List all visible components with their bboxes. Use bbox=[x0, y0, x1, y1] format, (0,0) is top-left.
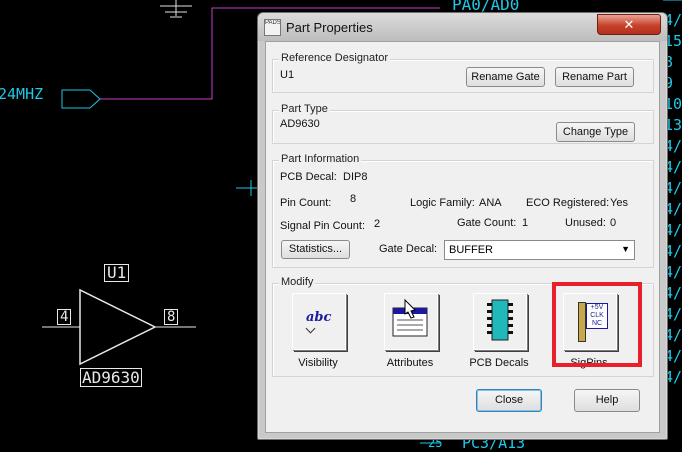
gate-decal-selected: BUFFER bbox=[449, 244, 493, 256]
sigpins-highlight-box bbox=[552, 282, 642, 367]
visibility-tile-button[interactable]: abc bbox=[292, 293, 346, 350]
pcb-decal-label: PCB Decal: bbox=[280, 171, 337, 183]
unused-label: Unused: bbox=[565, 217, 606, 229]
part-type-group-label: Part Type bbox=[279, 103, 330, 115]
close-button[interactable]: Close bbox=[476, 389, 542, 412]
reference-group: Reference Designator U1 Rename Gate Rena… bbox=[272, 52, 654, 93]
visibility-label[interactable]: Visibility bbox=[278, 357, 358, 369]
eco-registered-value: Yes bbox=[610, 197, 628, 209]
logic-family-label: Logic Family: bbox=[410, 197, 475, 209]
attributes-icon bbox=[392, 298, 428, 337]
part-information-group: Part Information PCB Decal: DIP8 Pin Cou… bbox=[272, 153, 654, 268]
pin-count-label: Pin Count: bbox=[280, 197, 332, 209]
statistics-button[interactable]: Statistics... bbox=[281, 240, 350, 259]
pin-count-value: 8 bbox=[350, 193, 357, 205]
dialog-title: Part Properties bbox=[286, 20, 373, 35]
part-type-value: AD9630 bbox=[280, 118, 320, 130]
gate-count-label: Gate Count: bbox=[457, 217, 517, 229]
attributes-label[interactable]: Attributes bbox=[370, 357, 450, 369]
dialog-client: Reference Designator U1 Rename Gate Rena… bbox=[265, 41, 660, 433]
gate-count-value: 1 bbox=[522, 217, 529, 229]
logic-family-value: ANA bbox=[479, 197, 502, 209]
pin-number-left: 4 bbox=[57, 309, 72, 325]
part-ref-label[interactable]: U1 bbox=[104, 264, 130, 282]
title-bar[interactable]: PADS Part Properties ✕ bbox=[258, 13, 667, 41]
help-button[interactable]: Help bbox=[574, 389, 640, 412]
modify-group-label: Modify bbox=[279, 276, 316, 288]
attributes-tile-button[interactable] bbox=[384, 293, 438, 350]
signal-pin-count-value: 2 bbox=[374, 218, 381, 230]
part-properties-dialog: PADS Part Properties ✕ Reference Designa… bbox=[257, 12, 668, 440]
pcb-decals-chip-icon bbox=[487, 299, 513, 341]
gate-decal-label: Gate Decal: bbox=[379, 243, 438, 255]
part-value-label[interactable]: AD9630 bbox=[80, 368, 142, 387]
gate-decal-select[interactable]: BUFFER ▼ bbox=[444, 240, 635, 260]
rename-part-button[interactable]: Rename Part bbox=[555, 67, 634, 87]
pcb-decals-label[interactable]: PCB Decals bbox=[459, 357, 539, 369]
pads-app-icon: PADS bbox=[264, 19, 281, 36]
close-icon[interactable]: ✕ bbox=[597, 14, 661, 35]
change-type-button[interactable]: Change Type bbox=[556, 122, 635, 142]
pin-number-right: 8 bbox=[164, 309, 179, 325]
reference-group-label: Reference Designator bbox=[279, 52, 391, 64]
eco-registered-label: ECO Registered: bbox=[526, 197, 610, 209]
reference-value: U1 bbox=[280, 69, 295, 81]
signal-pin-count-label: Signal Pin Count: bbox=[280, 220, 365, 232]
part-type-group: Part Type AD9630 Change Type bbox=[272, 103, 654, 144]
net-label-24mhz[interactable]: 24MHZ bbox=[0, 85, 43, 103]
part-information-group-label: Part Information bbox=[279, 153, 362, 165]
unused-value: 0 bbox=[610, 217, 617, 229]
pcb-decal-value: DIP8 bbox=[343, 171, 368, 183]
rename-gate-button[interactable]: Rename Gate bbox=[466, 67, 545, 87]
chevron-down-icon[interactable]: ▼ bbox=[621, 244, 630, 254]
pcb-decals-tile-button[interactable] bbox=[473, 293, 527, 350]
cursor-icon bbox=[305, 323, 316, 334]
